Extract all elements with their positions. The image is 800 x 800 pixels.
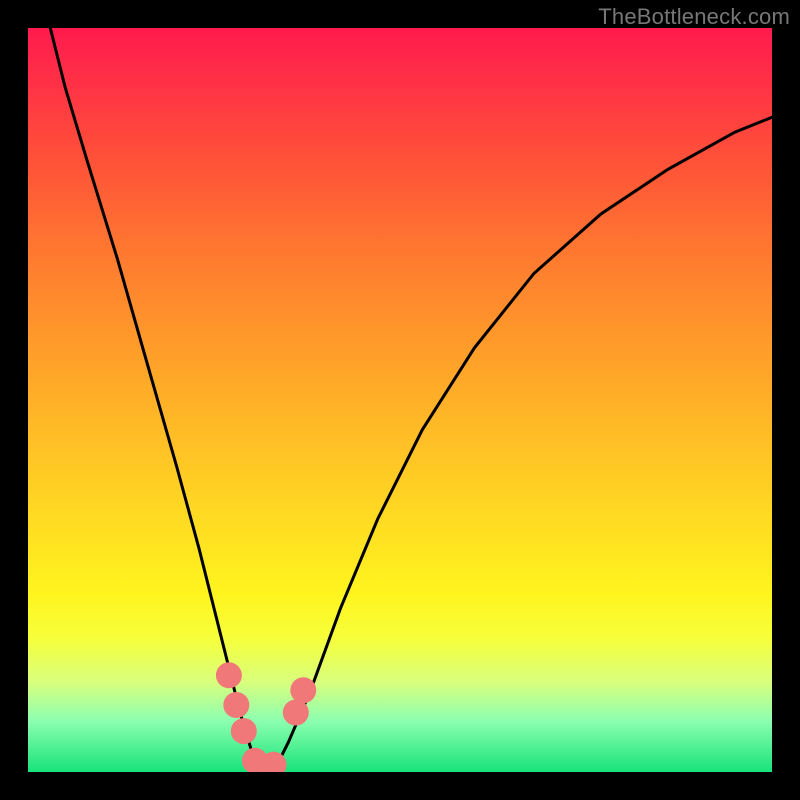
left-dot-2 [223, 692, 249, 718]
left-dot-3 [231, 718, 257, 744]
chart-svg [28, 28, 772, 772]
chart-frame: TheBottleneck.com [0, 0, 800, 800]
marker-group [216, 662, 316, 772]
chart-plot-area [28, 28, 772, 772]
bottleneck-curve [50, 28, 772, 768]
watermark-text: TheBottleneck.com [598, 4, 790, 30]
right-dot-2 [290, 677, 316, 703]
right-dot-1 [283, 700, 309, 726]
left-dot-1 [216, 662, 242, 688]
